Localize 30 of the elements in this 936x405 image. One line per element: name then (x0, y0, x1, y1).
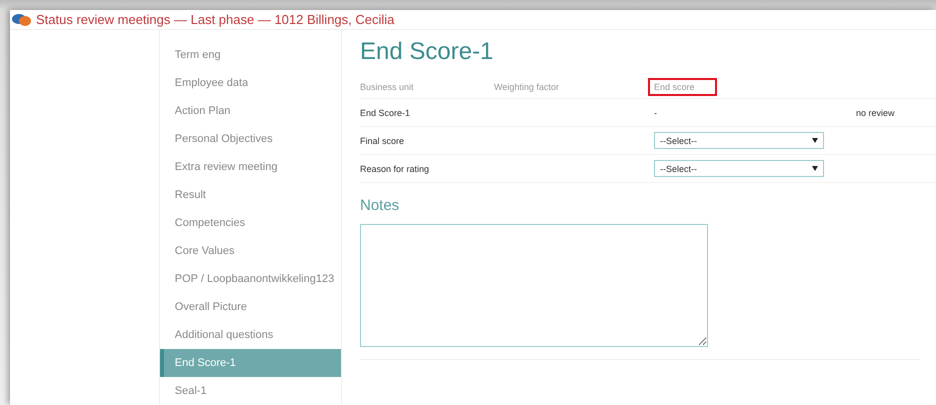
select-dropdown[interactable]: --Select-- (654, 160, 824, 177)
sidebar-item[interactable]: Seal-1 (160, 377, 341, 405)
column-header: Business unit (359, 81, 415, 94)
column-header: End score (648, 78, 717, 96)
sidebar-item[interactable]: Competencies (160, 209, 341, 237)
page-heading: End Score-1 (360, 38, 494, 66)
review-status: no review (856, 108, 895, 118)
section-heading: Notes (360, 197, 400, 214)
sidebar-item[interactable]: Action Plan (160, 97, 341, 125)
chat-bubbles-icon (12, 12, 32, 26)
sidebar-item[interactable]: POP / Loopbaanontwikkeling123 (160, 265, 341, 293)
sidebar-item[interactable]: Term eng (160, 41, 341, 69)
notes-field[interactable] (360, 224, 708, 347)
sidebar-item[interactable]: Overall Picture (160, 293, 341, 321)
score-value: - (654, 108, 657, 118)
sidebar-item[interactable]: Extra review meeting (160, 153, 341, 181)
sidebar-item[interactable]: Employee data (160, 69, 341, 97)
sidebar-item[interactable]: Result (160, 181, 341, 209)
row-label: End Score-1 (360, 99, 494, 127)
caret-icon (812, 138, 818, 143)
sidebar-item[interactable]: End Score-1 (160, 349, 341, 377)
caret-icon (812, 166, 818, 171)
sidebar-item[interactable]: Additional questions (160, 321, 341, 349)
select-dropdown[interactable]: --Select-- (654, 132, 824, 149)
window-title: Status review meetings — Last phase — 1012 Billings, Cecilia (36, 12, 394, 27)
sidebar-item[interactable]: Core Values (160, 237, 341, 265)
row-label: Final score (360, 127, 494, 155)
row-label: Reason for rating (360, 155, 494, 183)
sidebar-item[interactable]: Personal Objectives (160, 125, 341, 153)
column-header: Weighting factor (493, 81, 560, 94)
